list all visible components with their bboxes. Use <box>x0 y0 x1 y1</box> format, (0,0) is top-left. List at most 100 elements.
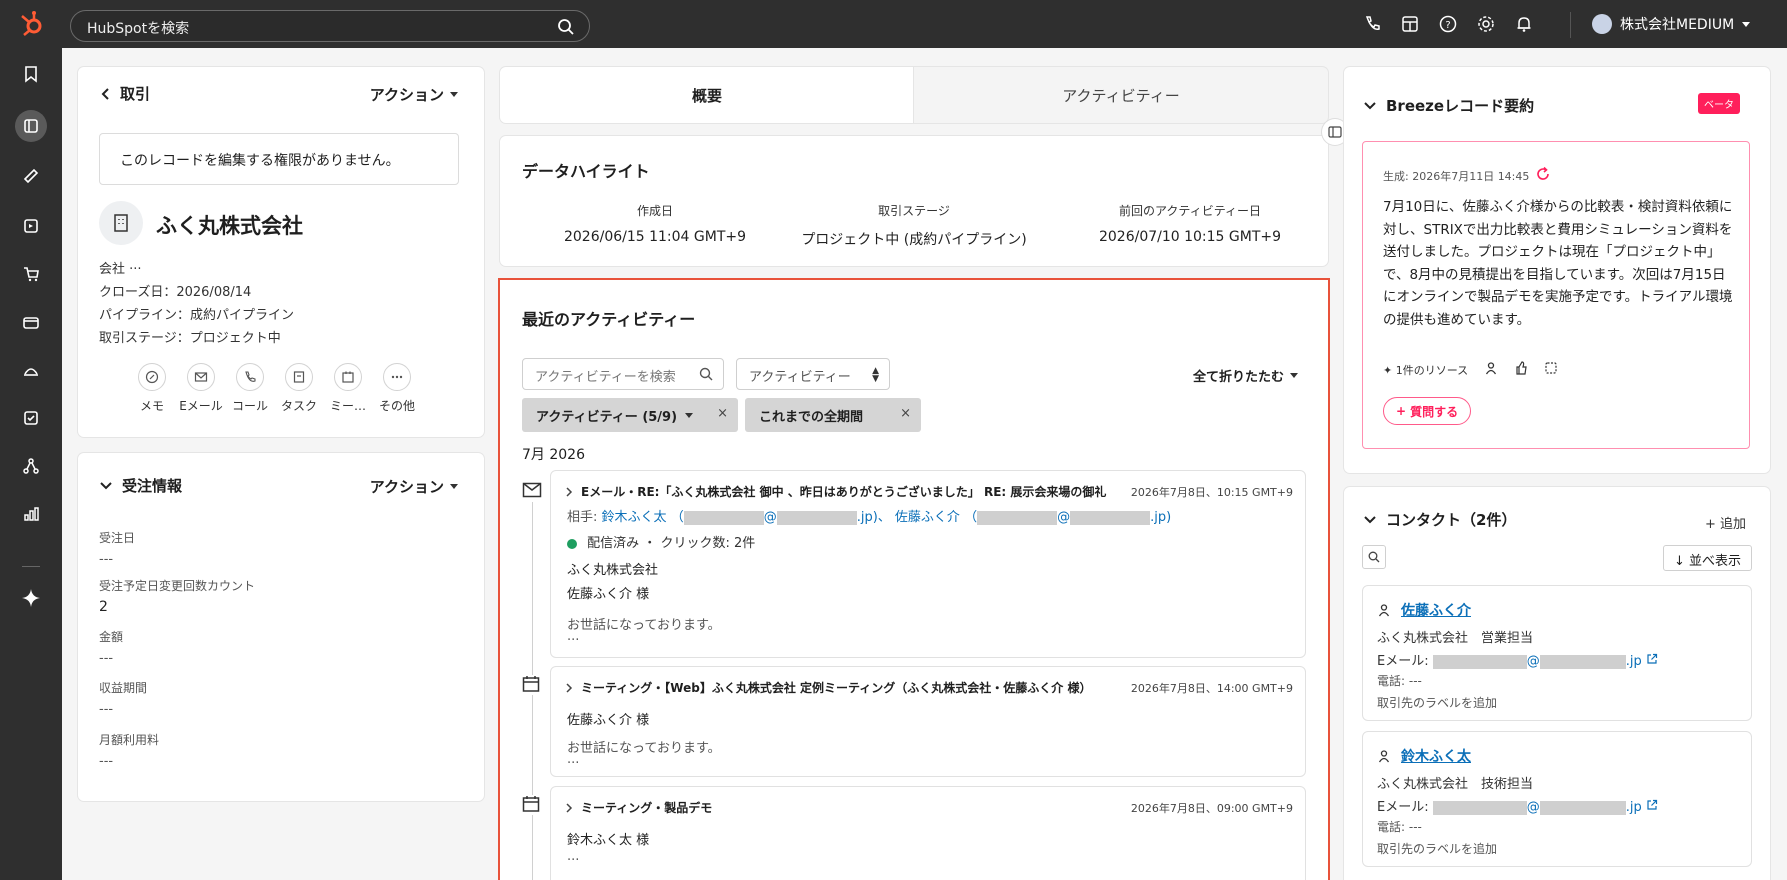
tab-overview[interactable]: 概要 <box>500 67 914 123</box>
contact-email-domain: .jp <box>1625 654 1642 669</box>
note-action-label: メモ <box>139 399 164 413</box>
back-to-deals-link[interactable]: 取引 <box>100 83 150 104</box>
email-recipients: 相手: 鈴木ふく太 （@ .jp)、 佐藤ふく介 （@ .jp) <box>567 506 1171 525</box>
highlight-last-activity: 前回のアクティビティー日 2026/07/10 10:15 GMT+9 <box>1060 202 1320 245</box>
notifications-bell-icon[interactable] <box>1514 14 1534 34</box>
email-body-line: 佐藤ふく介 様 <box>567 587 650 602</box>
activity-item-meeting[interactable]: ミーティング・【Web】ふく丸株式会社 定例ミーティング（ふく丸株式会社・佐藤ふ… <box>550 666 1306 777</box>
add-association-label-link[interactable]: 取引先のラベルを追加 <box>1377 840 1497 857</box>
reporting-icon[interactable] <box>15 498 47 530</box>
note-action-button[interactable]: メモ <box>134 363 170 414</box>
order-info-card: 受注情報 アクション 受注日 --- 受注予定日変更回数カウント 2 金額 --… <box>78 453 484 801</box>
summary-text: 7月10日に、佐藤ふく介様からの比較表・検討資料依頼に対し、STRIXで出力比較… <box>1383 199 1733 328</box>
close-icon[interactable]: × <box>717 406 728 421</box>
resource-link[interactable]: ✦ 1件のリソース <box>1383 362 1468 378</box>
service-icon[interactable] <box>15 354 47 386</box>
contact-name-link[interactable]: 佐藤ふく介 <box>1401 600 1471 620</box>
collapse-all-button[interactable]: 全て折りたたむ <box>1193 366 1298 385</box>
record-tabs: 概要 アクティビティー <box>500 67 1328 123</box>
meeting-calendar-icon <box>522 795 542 815</box>
contact-email-label: Eメール: <box>1377 654 1429 669</box>
account-menu[interactable]: 株式会社MEDIUM <box>1592 14 1751 34</box>
breeze-summary-toggle[interactable]: Breezeレコード要約 <box>1364 95 1534 116</box>
filter-chip-period[interactable]: これまでの全期間 × <box>745 398 921 432</box>
activity-item-header[interactable]: ミーティング・製品デモ <box>565 799 712 816</box>
field-value-revenue-period: --- <box>99 702 114 717</box>
external-link-icon[interactable] <box>1646 799 1658 815</box>
add-association-label-link[interactable]: 取引先のラベルを追加 <box>1377 694 1497 711</box>
more-ellipsis[interactable]: ... <box>567 629 579 644</box>
marketing-icon[interactable] <box>15 160 47 192</box>
phone-icon[interactable] <box>1362 14 1382 34</box>
bookmarks-icon[interactable] <box>15 58 47 90</box>
external-link-icon[interactable] <box>1646 653 1658 669</box>
meeting-action-button[interactable]: ミー… <box>330 363 366 414</box>
record-actions-dropdown[interactable]: アクション <box>370 84 458 105</box>
help-icon[interactable]: ? <box>1438 14 1458 34</box>
recipient-link-suzuki[interactable]: 鈴木ふく太 <box>602 510 667 525</box>
regenerate-icon[interactable] <box>1535 166 1551 185</box>
hubspot-logo-icon[interactable] <box>18 10 46 38</box>
add-contact-button[interactable]: + 追加 <box>1705 513 1746 532</box>
marketplace-icon[interactable] <box>1400 14 1420 34</box>
automation-icon[interactable] <box>15 450 47 482</box>
contact-email-link[interactable]: @ .jp <box>1432 800 1642 815</box>
task-action-button[interactable]: タスク <box>281 363 317 414</box>
highlight-label: 作成日 <box>636 204 673 218</box>
close-icon[interactable]: × <box>900 406 911 421</box>
data-management-icon[interactable] <box>15 402 47 434</box>
commerce-cart-icon[interactable] <box>15 258 47 290</box>
tab-activities[interactable]: アクティビティー <box>914 67 1328 123</box>
settings-gear-icon[interactable] <box>1476 14 1496 34</box>
breeze-sparkle-icon[interactable] <box>15 582 47 614</box>
crm-records-icon[interactable] <box>15 110 47 142</box>
sort-button[interactable]: ↓ 並べ表示 <box>1662 545 1752 571</box>
contact-company-role: ふく丸株式会社 技術担当 <box>1377 777 1534 792</box>
sales-wallet-icon[interactable] <box>15 306 47 338</box>
order-actions-dropdown[interactable]: アクション <box>370 476 458 497</box>
breeze-summary-title: Breezeレコード要約 <box>1386 97 1535 115</box>
delivered-status-dot <box>567 538 577 549</box>
contact-card: 佐藤ふく介 ふく丸株式会社 営業担当 Eメール: @ .jp 電話: --- 取引… <box>1362 585 1752 721</box>
order-info-toggle[interactable]: 受注情報 <box>100 475 182 496</box>
property-close-date: クローズ日：2026/08/14 <box>99 285 252 300</box>
phone-icon <box>236 363 264 391</box>
email-action-button[interactable]: Eメール <box>179 363 223 414</box>
record-actions-label: アクション <box>369 86 444 104</box>
activity-item-header[interactable]: Eメール・RE:「ふく丸株式会社 御中 、昨日はありがとうございました」 RE:… <box>565 483 1106 500</box>
copy-icon[interactable] <box>1544 361 1558 378</box>
search-icon[interactable] <box>557 18 575 40</box>
more-actions-button[interactable]: その他 <box>379 363 415 414</box>
global-search-input[interactable]: HubSpotを検索 <box>70 10 590 42</box>
activity-type-select[interactable]: アクティビティー ▲ ▼ <box>736 358 890 390</box>
chevron-down-icon <box>1742 21 1751 27</box>
activity-item-header[interactable]: ミーティング・【Web】ふく丸株式会社 定例ミーティング（ふく丸株式会社・佐藤ふ… <box>565 679 1091 696</box>
call-action-button[interactable]: コール <box>232 363 268 414</box>
recipient-link-sato[interactable]: 佐藤ふく介 <box>895 510 960 525</box>
chevron-down-icon <box>100 481 112 489</box>
email-icon <box>187 363 215 391</box>
meeting-body-line: 佐藤ふく介 様 <box>567 713 650 728</box>
feedback-thumb-icon[interactable] <box>1514 361 1528 378</box>
activity-search-input[interactable]: アクティビティーを検索 <box>522 358 724 390</box>
chevron-down-icon <box>1290 373 1298 378</box>
note-edit-icon <box>138 363 166 391</box>
filter-chip-activities[interactable]: アクティビティー (5/9) × <box>522 398 738 432</box>
rail-divider <box>22 566 40 567</box>
content-icon[interactable] <box>15 210 47 242</box>
field-label-amount: 金額 <box>99 630 124 644</box>
person-icon[interactable] <box>1484 361 1498 378</box>
contact-name-link[interactable]: 鈴木ふく太 <box>1401 746 1471 766</box>
activity-item-email[interactable]: Eメール・RE:「ふく丸株式会社 御中 、昨日はありがとうございました」 RE:… <box>550 470 1306 658</box>
activity-item-title: ミーティング・【Web】ふく丸株式会社 定例ミーティング（ふく丸株式会社・佐藤ふ… <box>581 681 1092 695</box>
contacts-search-button[interactable] <box>1362 545 1386 569</box>
more-ellipsis[interactable]: ... <box>567 752 579 767</box>
contact-email-link[interactable]: @ .jp <box>1432 654 1642 669</box>
contacts-toggle[interactable]: コンタクト（2件） <box>1364 509 1516 530</box>
account-avatar <box>1592 14 1612 34</box>
delivered-status: 配信済み <box>587 536 640 551</box>
data-highlights-title: データハイライト <box>522 162 650 181</box>
activity-item-demo[interactable]: ミーティング・製品デモ 2026年7月8日、09:00 GMT+9 鈴木ふく太 … <box>550 786 1306 880</box>
ask-question-button[interactable]: + 質問する <box>1383 397 1472 425</box>
more-ellipsis[interactable]: ... <box>567 849 579 864</box>
